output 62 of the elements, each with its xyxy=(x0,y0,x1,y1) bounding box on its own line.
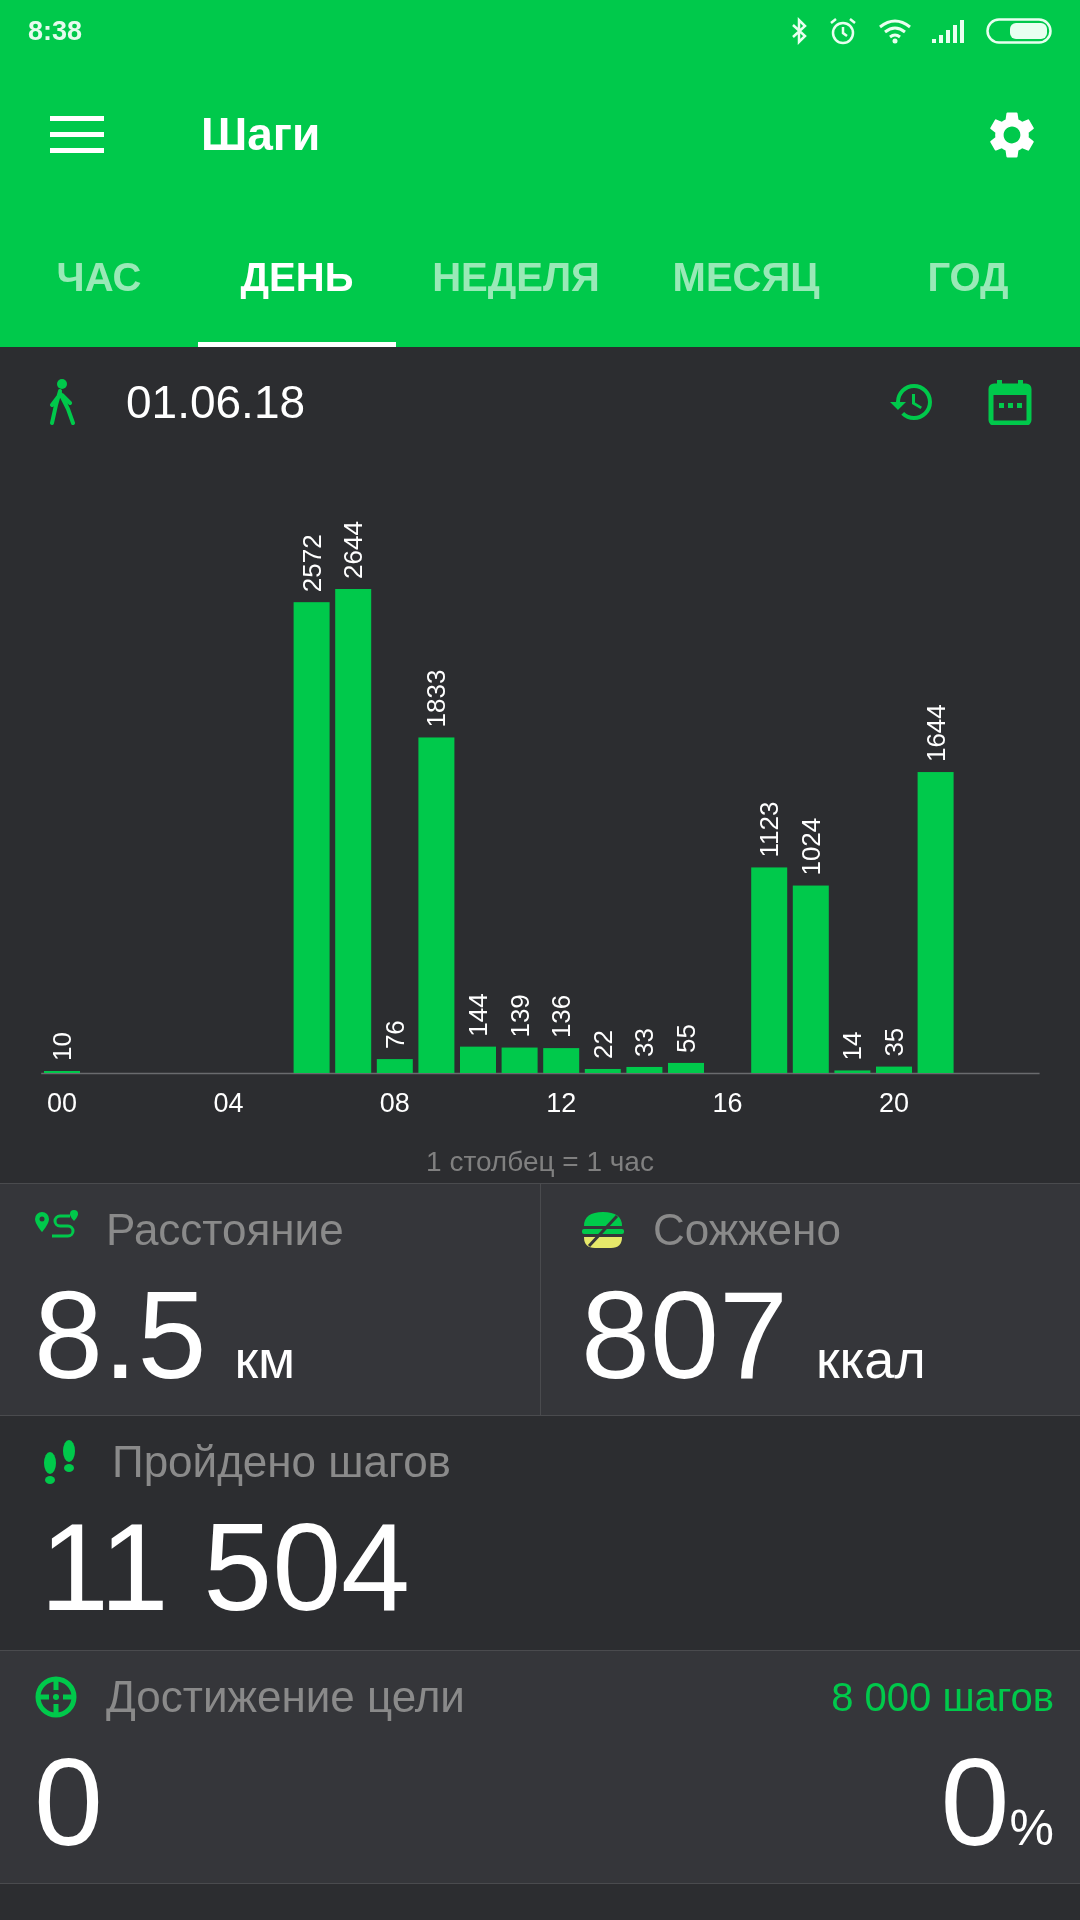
stat-label: Расстояние xyxy=(106,1204,344,1256)
bar-value-label: 1833 xyxy=(421,669,452,728)
goal-percent: 0 xyxy=(940,1737,1010,1867)
bar-value-label: 136 xyxy=(546,994,577,1039)
stat-value: 0 xyxy=(34,1737,103,1867)
bar-value-label: 55 xyxy=(671,1024,701,1053)
target-icon xyxy=(34,1675,78,1719)
axis-tick-label: 00 xyxy=(47,1088,77,1118)
bar-value-label: 76 xyxy=(379,1020,410,1050)
app-title: Шаги xyxy=(201,107,321,162)
alarm-icon xyxy=(828,16,858,46)
period-tab[interactable]: ДЕНЬ xyxy=(198,207,396,347)
axis-tick-label: 20 xyxy=(879,1088,909,1118)
chart-bar xyxy=(668,1062,704,1073)
wifi-icon xyxy=(878,18,912,44)
status-time: 8:38 xyxy=(28,14,83,48)
bluetooth-icon xyxy=(790,17,808,45)
chart-bar xyxy=(501,1047,538,1073)
period-tab[interactable]: ГОД xyxy=(856,207,1080,347)
bar-value-label: 14 xyxy=(837,1031,868,1061)
chart-bar xyxy=(584,1068,621,1073)
stat-unit: ккал xyxy=(815,1328,926,1391)
stat-label: Достижение цели xyxy=(106,1671,465,1723)
bar-value-label: 139 xyxy=(504,994,535,1038)
bar-value-label: 2644 xyxy=(338,521,369,579)
bar-value-label: 2572 xyxy=(296,534,327,593)
stat-label: Сожжено xyxy=(653,1204,841,1256)
period-tab[interactable]: НЕДЕЛЯ xyxy=(396,207,636,347)
chart-bar xyxy=(626,1066,663,1073)
axis-tick-label: 16 xyxy=(712,1088,743,1118)
bar-value-label: 144 xyxy=(463,993,493,1037)
bar-value-label: 1644 xyxy=(920,704,951,763)
chart-bar xyxy=(460,1046,496,1073)
stat-unit: км xyxy=(234,1328,296,1391)
percent-sign: % xyxy=(1009,1799,1054,1858)
battery-icon xyxy=(986,18,1052,44)
stat-value: 8.5 xyxy=(34,1270,207,1400)
stat-value: 807 xyxy=(581,1270,788,1400)
chart-bar xyxy=(376,1059,413,1073)
axis-tick-label: 04 xyxy=(213,1088,244,1118)
signal-icon xyxy=(932,19,966,43)
bar-value-label: 1024 xyxy=(795,817,826,876)
chart-bar xyxy=(834,1070,871,1073)
bar-value-label: 22 xyxy=(587,1030,618,1059)
bar-value-label: 1123 xyxy=(754,801,785,858)
bar-value-label: 35 xyxy=(879,1027,909,1057)
period-tab[interactable]: ЧАС xyxy=(0,207,198,347)
axis-tick-label: 12 xyxy=(546,1088,577,1118)
chart-bar xyxy=(876,1066,912,1073)
chart-caption: 1 столбец = 1 час xyxy=(426,1145,654,1179)
date-label: 01.06.18 xyxy=(126,374,306,430)
stat-value: 11 504 xyxy=(40,1502,412,1632)
chart-bar xyxy=(543,1048,580,1073)
bar-value-label: 33 xyxy=(629,1028,660,1057)
bar-value-label: 10 xyxy=(47,1032,77,1061)
calendar-icon[interactable] xyxy=(988,379,1032,425)
stat-label: Пройдено шагов xyxy=(112,1436,451,1488)
walking-icon xyxy=(48,379,76,425)
burger-icon xyxy=(581,1210,625,1250)
axis-tick-label: 08 xyxy=(379,1088,410,1118)
period-tab[interactable]: МЕСЯЦ xyxy=(636,207,856,347)
goal-target: 8 000 шагов xyxy=(831,1674,1054,1721)
